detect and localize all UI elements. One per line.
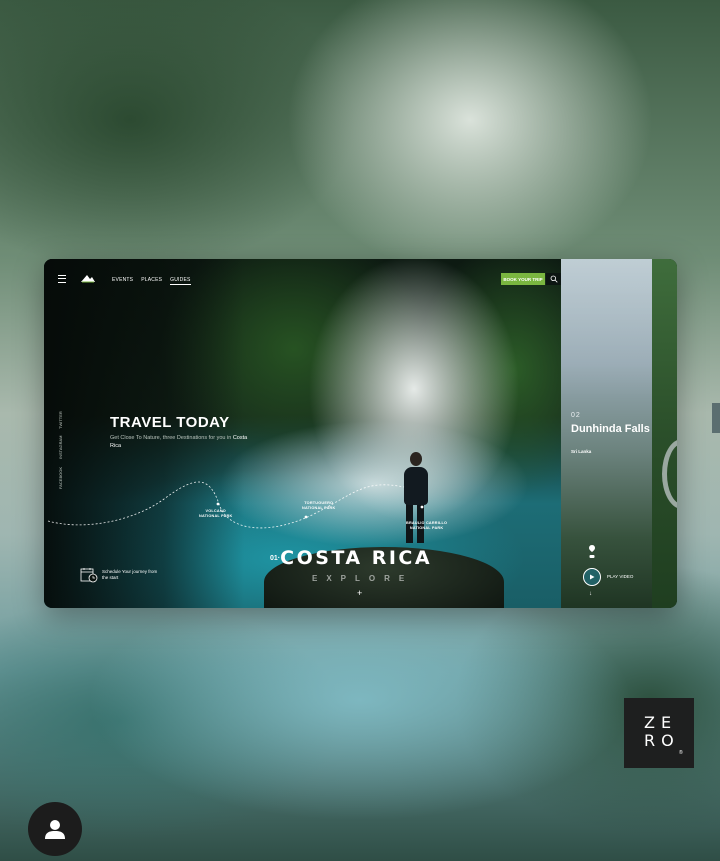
search-icon[interactable]: [546, 273, 561, 285]
mountain-logo-icon[interactable]: [80, 273, 96, 283]
user-avatar-button[interactable]: [28, 802, 82, 856]
location-pin-icon: [589, 545, 595, 558]
destination-title[interactable]: 01·COSTA RICA: [270, 547, 432, 569]
arrow-down-icon[interactable]: ↓: [589, 591, 592, 597]
plus-icon[interactable]: +: [357, 588, 362, 598]
explore-link[interactable]: EXPLORE: [312, 574, 413, 583]
schedule-journey[interactable]: Schedule Your journey from the start: [80, 567, 162, 583]
park-label-volcano[interactable]: VOLCANO NATIONAL PARK: [199, 509, 232, 519]
zero-logo: ZE RO ®: [624, 698, 694, 768]
hero-scene: VOLCANO NATIONAL PARK TORTUGUERO NATIONA…: [44, 259, 561, 608]
zero-logo-text: ZE RO: [644, 713, 680, 750]
user-avatar-icon: [45, 820, 65, 839]
hero-subtitle: Get Close To Nature, three Destinations …: [110, 435, 248, 449]
nav-guides[interactable]: GUIDES: [170, 277, 191, 285]
book-trip-button[interactable]: BOOK YOUR TRIP: [501, 273, 545, 285]
menu-icon[interactable]: [58, 275, 66, 283]
route-point-braulio: [420, 505, 424, 509]
schedule-text: Schedule Your journey from the start: [102, 569, 158, 580]
play-icon: [590, 574, 595, 580]
play-video-label[interactable]: PLAY VIDEO: [607, 574, 633, 579]
nav-events[interactable]: EVENTS: [112, 277, 133, 285]
park-label-tortuguero[interactable]: TORTUGUERO NATIONAL PARK: [302, 501, 335, 511]
zero-logo-reg: ®: [679, 750, 683, 756]
park-label-braulio[interactable]: BRAULIO CARRILLO NATIONAL PARK: [406, 521, 447, 531]
nav-links: EVENTS PLACES GUIDES: [112, 277, 191, 285]
social-links: FACEBOOK INSTAGRAM TWITTER: [58, 399, 68, 489]
next-country: Sri Lanka: [571, 449, 592, 454]
next-destination-panel[interactable]: 02 Dunhinda Falls Sri Lanka PLAY VIDEO ↓: [561, 259, 652, 608]
social-twitter[interactable]: TWITTER: [58, 411, 63, 429]
route-point-volcano: [216, 502, 220, 506]
edge-tab[interactable]: [712, 403, 720, 433]
website-mockup-card: VOLCANO NATIONAL PARK TORTUGUERO NATIONA…: [44, 259, 677, 608]
destination-number: 01·: [270, 555, 281, 562]
route-point-tortuguero: [304, 515, 308, 519]
destination-name: COSTA RICA: [280, 547, 433, 569]
play-video-button[interactable]: [583, 568, 601, 586]
nav-places[interactable]: PLACES: [141, 277, 162, 285]
next-number: 02: [571, 412, 581, 419]
top-nav: EVENTS PLACES GUIDES BOOK YOUR TRIP: [44, 259, 561, 299]
next-title: Dunhinda Falls: [571, 423, 650, 435]
hero-title: TRAVEL TODAY: [110, 414, 230, 431]
calendar-icon: [80, 568, 98, 583]
third-destination-panel[interactable]: [652, 259, 677, 608]
social-facebook[interactable]: FACEBOOK: [58, 467, 63, 489]
social-instagram[interactable]: INSTAGRAM: [58, 436, 63, 459]
